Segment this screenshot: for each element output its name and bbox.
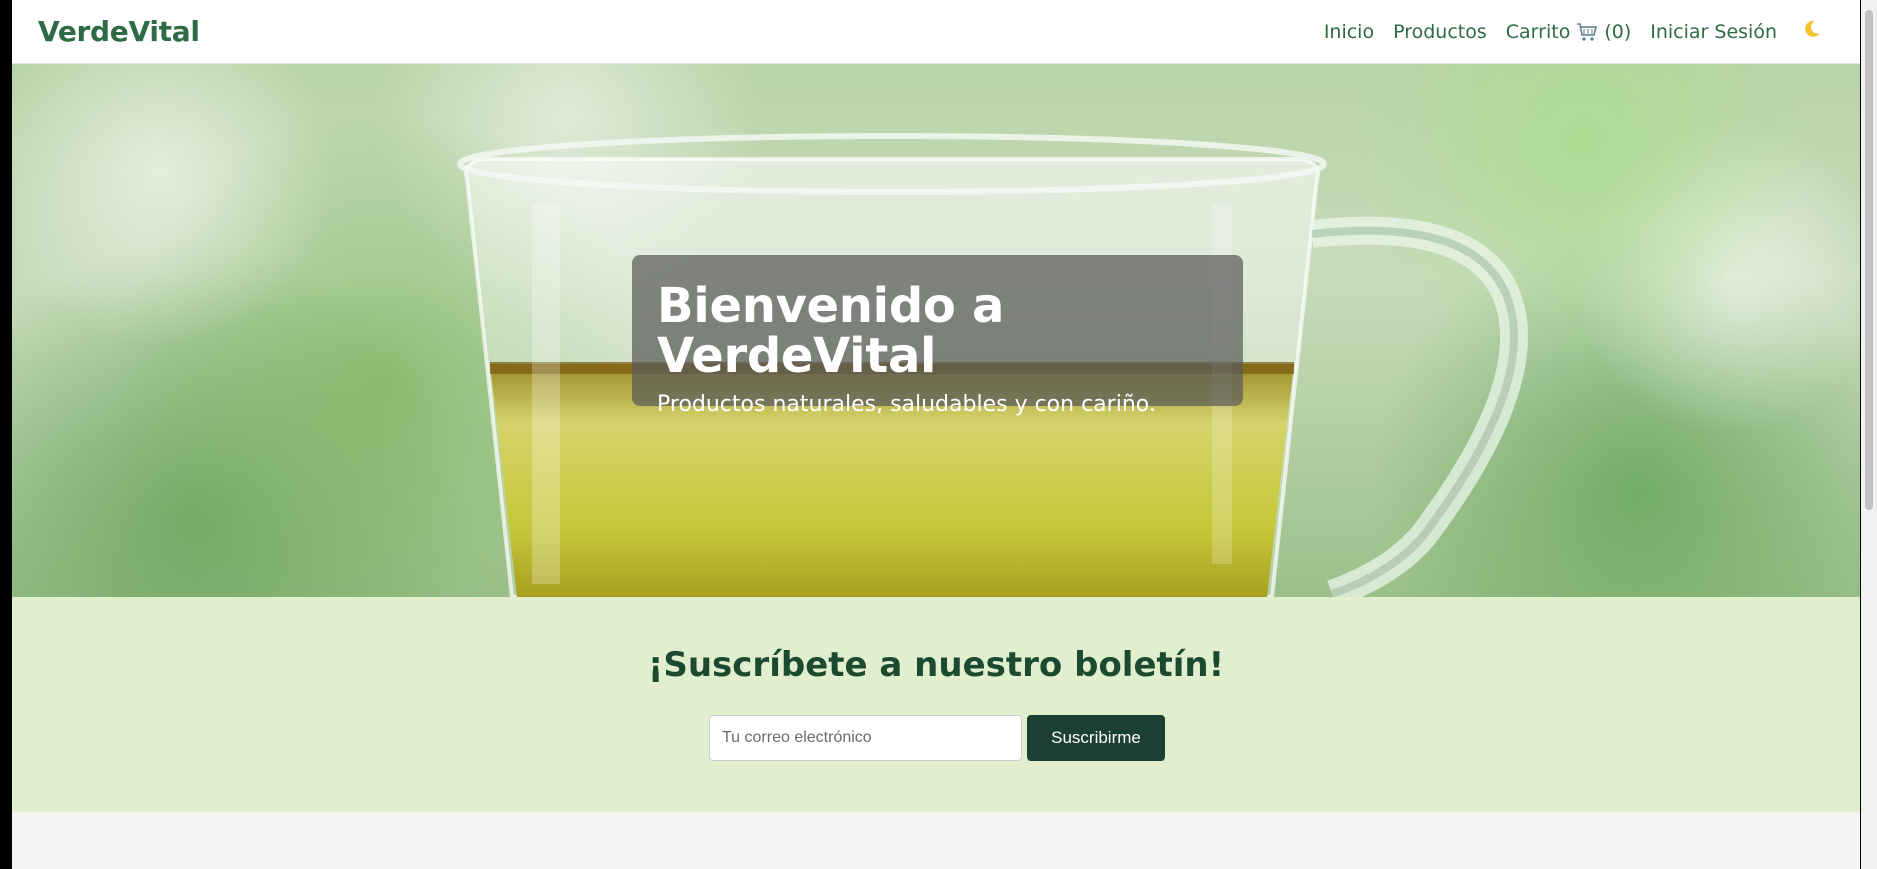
newsletter-title: ¡Suscríbete a nuestro boletín! (647, 645, 1225, 685)
brand-logo[interactable]: VerdeVital (38, 15, 200, 48)
nav-link-cart[interactable]: Carrito (0) (1506, 21, 1631, 43)
cart-icon (1576, 22, 1598, 42)
hero-title: Bienvenido a VerdeVital (657, 278, 1005, 385)
hero-banner: Bienvenido a VerdeVital Productos natura… (12, 64, 1860, 597)
nav-link-login[interactable]: Iniciar Sesión (1650, 21, 1777, 43)
nav-link-products[interactable]: Productos (1393, 21, 1487, 43)
scrollbar-thumb[interactable] (1865, 10, 1873, 510)
hero-subtitle: Productos naturales, saludables y con ca… (657, 391, 1156, 417)
page-scrollbar[interactable] (1861, 0, 1877, 869)
nav-link-home[interactable]: Inicio (1324, 21, 1374, 43)
moon-icon[interactable] (1802, 19, 1822, 44)
navbar: VerdeVital Inicio Productos Carrito (0) (12, 0, 1860, 64)
page: VerdeVital Inicio Productos Carrito (0) (12, 0, 1860, 869)
cart-label: Carrito (1505, 20, 1571, 43)
subscribe-button[interactable]: Suscribirme (1027, 715, 1165, 761)
cart-count: (0) (1604, 20, 1632, 43)
newsletter-section: ¡Suscríbete a nuestro boletín! Suscribir… (12, 597, 1860, 812)
nav-links: Inicio Productos Carrito (0) Iniciar Ses (1324, 19, 1822, 44)
newsletter-form: Suscribirme (709, 715, 1165, 761)
hero-card: Bienvenido a VerdeVital Productos natura… (632, 255, 1243, 417)
email-field[interactable] (709, 715, 1022, 761)
